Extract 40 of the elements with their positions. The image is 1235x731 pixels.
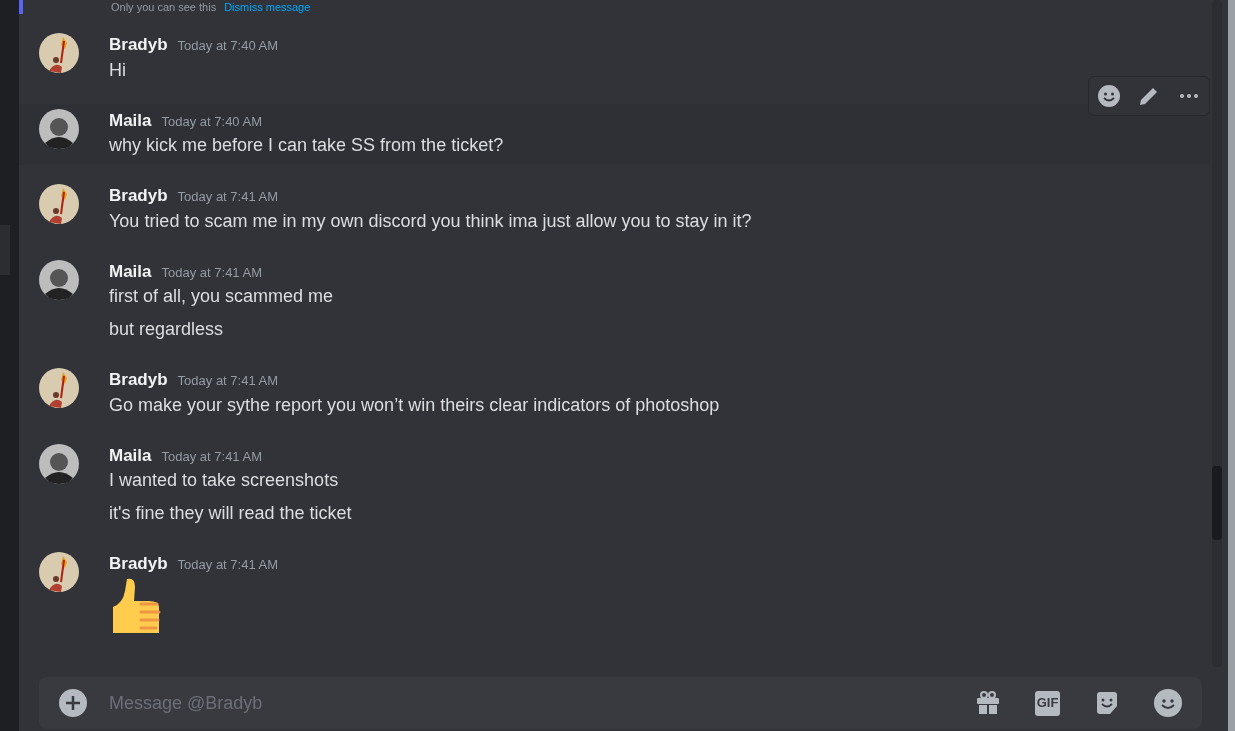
avatar[interactable] [39, 108, 79, 149]
notice-text: Only you can see this [111, 1, 217, 13]
avatar[interactable] [39, 259, 79, 300]
author-name[interactable]: Maila [109, 107, 152, 133]
message-text: I wanted to take screenshots [109, 469, 340, 492]
scrollbar-track[interactable] [1212, 0, 1222, 667]
message-composer[interactable]: Message @Bradyb GIF [39, 677, 1202, 729]
author-name[interactable]: Bradyb [109, 183, 168, 209]
timestamp: Today at 7:41 AM [161, 263, 262, 282]
message-text: first of all, you scammed me [109, 285, 334, 308]
message-text: it's fine they will read the ticket [109, 502, 352, 525]
timestamp: Today at 7:41 AM [177, 556, 279, 574]
avatar[interactable] [39, 443, 79, 484]
emoji-icon[interactable] [1097, 83, 1121, 108]
message-text: You tried to scam me in my own discord you think ima just allow you to stay in it? [109, 209, 752, 233]
avatar[interactable] [39, 184, 79, 224]
timestamp: Today at 7:40 AM [177, 37, 279, 55]
message-text: why kick me before I can take SS from the ticket? [109, 134, 504, 157]
author-name[interactable]: Bradyb [109, 32, 168, 58]
author-name[interactable]: Bradyb [109, 551, 168, 577]
timestamp: Today at 7:41 AM [177, 372, 279, 390]
message-text: Go make your sythe report you won’t win theirs clear indicators of photoshop [109, 393, 720, 417]
timestamp: Today at 7:41 AM [161, 447, 262, 466]
dismiss-message-link[interactable]: Dismiss message [224, 1, 311, 13]
sticker-icon[interactable] [1094, 690, 1120, 716]
message-text: Hi [109, 58, 127, 82]
avatar[interactable] [39, 368, 79, 408]
author-name[interactable]: Maila [109, 442, 152, 468]
add-icon[interactable] [59, 689, 87, 717]
avatar[interactable] [39, 33, 79, 73]
avatar[interactable] [39, 552, 79, 592]
emoji-icon[interactable] [1154, 689, 1182, 717]
author-name[interactable]: Maila [109, 258, 152, 284]
timestamp: Today at 7:41 AM [177, 188, 279, 206]
message-text: but regardless [109, 318, 225, 341]
scrollbar-thumb[interactable] [1212, 466, 1222, 540]
author-name[interactable]: Bradyb [109, 367, 168, 393]
timestamp: Today at 7:40 AM [161, 112, 262, 131]
gif-button[interactable]: GIF [1035, 690, 1060, 716]
gift-icon[interactable] [975, 690, 1001, 716]
